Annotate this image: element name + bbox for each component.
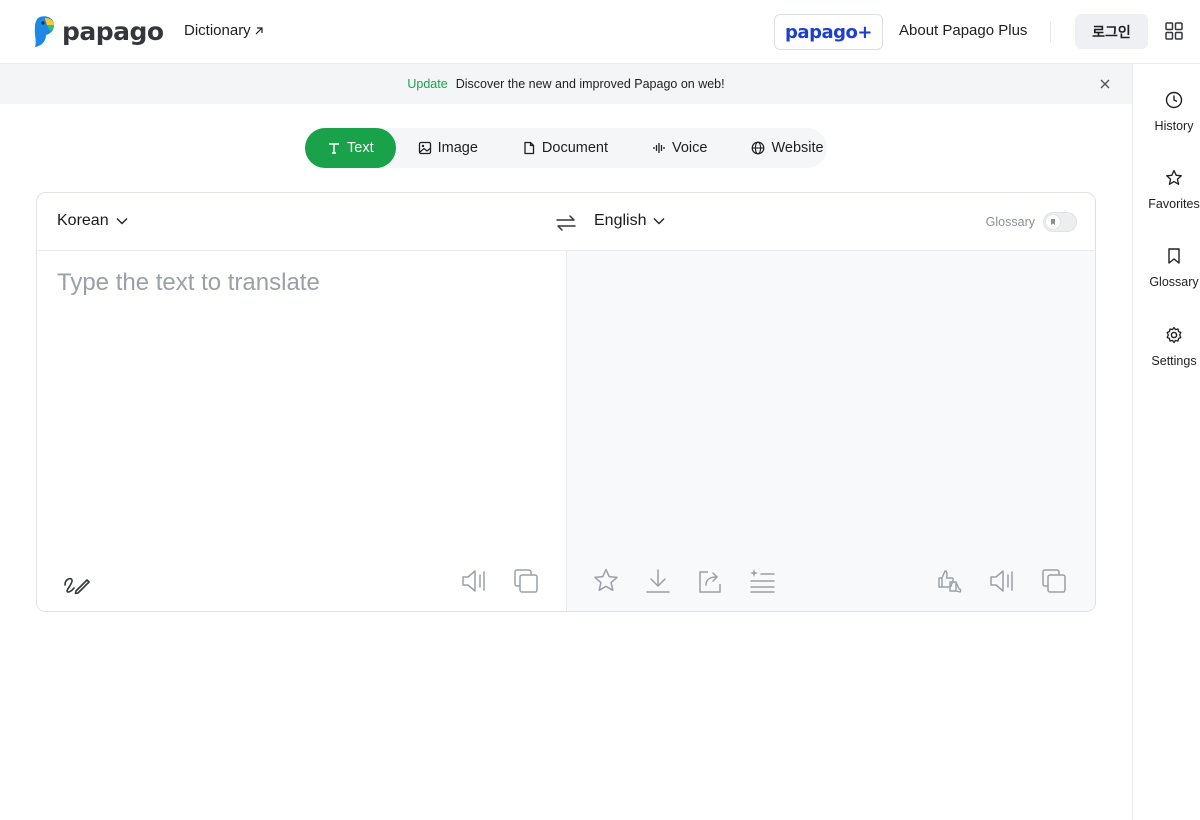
share-button[interactable] (695, 566, 725, 596)
download-button[interactable] (643, 566, 673, 596)
swap-languages-icon[interactable] (555, 212, 577, 234)
sidebar-item-settings[interactable]: Settings (1133, 325, 1200, 368)
bookmark-icon (1051, 219, 1055, 225)
copy-translation-button[interactable] (1039, 566, 1069, 596)
star-icon (1166, 169, 1182, 185)
mode-tabs: Text Image Document Voice Website (305, 128, 827, 168)
update-banner: Update Discover the new and improved Pap… (0, 64, 1132, 104)
favorite-button[interactable] (591, 566, 621, 596)
translation-result-area (567, 251, 1095, 611)
close-icon[interactable] (1098, 77, 1112, 91)
clock-icon (1165, 91, 1183, 109)
feedback-button[interactable] (935, 566, 965, 596)
parrot-logo-icon (34, 16, 54, 47)
voice-icon (653, 143, 665, 153)
top-header: papago Dictionary papago+ About Papago P… (0, 0, 1200, 64)
copy-icon (1042, 569, 1066, 593)
source-text-input[interactable] (57, 269, 547, 529)
share-icon (699, 571, 721, 593)
glossary-toggle[interactable]: Glossary (986, 212, 1077, 232)
tab-image[interactable]: Image (396, 128, 500, 168)
text-summary-button[interactable] (747, 566, 777, 596)
gear-icon (1166, 326, 1182, 344)
login-button[interactable]: 로그인 (1075, 14, 1148, 49)
sidebar-item-label: History (1154, 119, 1194, 133)
dictionary-link-label: Dictionary (184, 22, 251, 39)
header-divider (1050, 22, 1051, 42)
tab-label: Website (771, 140, 824, 156)
tab-label: Voice (672, 140, 708, 156)
speaker-icon (990, 570, 1013, 592)
copy-source-button[interactable] (511, 566, 541, 596)
sidebar-item-label: Settings (1151, 354, 1197, 368)
target-language-select[interactable]: English (594, 212, 666, 230)
tab-voice[interactable]: Voice (630, 128, 729, 168)
right-sidebar: History Favorites Glossary Settings (1132, 64, 1200, 820)
sidebar-item-history[interactable]: History (1133, 90, 1200, 133)
chevron-down-icon (116, 218, 128, 225)
document-icon (524, 141, 535, 155)
image-icon (418, 141, 431, 155)
target-language-label: English (594, 212, 647, 229)
sidebar-item-favorites[interactable]: Favorites (1133, 168, 1200, 211)
listen-source-button[interactable] (459, 566, 489, 596)
star-icon (594, 568, 618, 592)
tab-website[interactable]: Website (729, 128, 845, 168)
translator-panel: Korean English Glossary (36, 192, 1096, 612)
papago-plus-button[interactable]: papago+ (774, 14, 883, 50)
thumbs-feedback-icon (938, 570, 962, 593)
about-papago-plus-link[interactable]: About Papago Plus (899, 22, 1027, 39)
source-language-select[interactable]: Korean (57, 212, 129, 230)
tab-label: Document (541, 140, 608, 156)
sidebar-item-label: Favorites (1148, 197, 1200, 211)
source-text-area (37, 251, 567, 611)
tab-text[interactable]: Text (305, 128, 396, 168)
tab-label: Text (347, 140, 374, 156)
dictionary-link[interactable]: Dictionary (184, 22, 265, 39)
toggle-knob (1046, 215, 1060, 229)
sidebar-item-glossary[interactable]: Glossary (1133, 246, 1200, 289)
external-arrow-icon (255, 26, 263, 34)
papago-logo[interactable]: papago (32, 14, 164, 48)
listen-translation-button[interactable] (987, 566, 1017, 596)
chevron-down-icon (653, 218, 665, 225)
sparkle-list-icon (750, 569, 775, 593)
speaker-icon (462, 570, 485, 592)
update-message: Discover the new and improved Papago on … (455, 77, 725, 91)
sidebar-item-label: Glossary (1149, 275, 1199, 289)
text-icon (329, 143, 339, 154)
tab-label: Image (437, 140, 478, 156)
handwriting-button[interactable] (61, 566, 91, 596)
app-grid-icon[interactable] (1164, 21, 1184, 41)
handwriting-pen-icon (64, 577, 90, 595)
globe-icon (752, 141, 765, 155)
update-tag: Update (407, 77, 448, 91)
glossary-toggle-label: Glossary (985, 215, 1035, 229)
glossary-switch[interactable] (1043, 212, 1077, 232)
papago-plus-label: papago+ (785, 21, 872, 43)
copy-icon (514, 569, 538, 593)
source-language-label: Korean (57, 212, 109, 229)
download-icon (646, 569, 670, 593)
bookmark-icon (1168, 248, 1180, 264)
tab-document[interactable]: Document (500, 128, 630, 168)
logo-wordmark: papago (62, 16, 164, 46)
language-bar: Korean English Glossary (37, 193, 1095, 251)
